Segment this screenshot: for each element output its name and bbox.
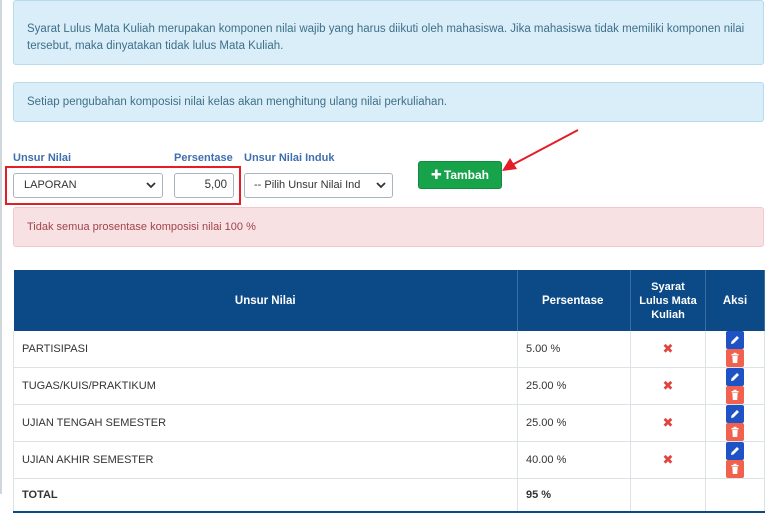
table-row: UJIAN TENGAH SEMESTER 25.00 % ✖ — [13, 404, 765, 442]
header-syarat-line3: Kuliah — [651, 308, 685, 321]
edit-button[interactable] — [726, 405, 744, 423]
warning-alert-text: Tidak semua prosentase komposisi nilai 1… — [27, 221, 256, 233]
edit-button[interactable] — [726, 442, 744, 460]
chevron-down-icon — [376, 182, 386, 189]
info-alert-recalc: Setiap pengubahan komposisi nilai kelas … — [13, 82, 764, 122]
trash-icon — [731, 389, 739, 400]
tambah-button-label: Tambah — [443, 168, 490, 182]
trash-icon — [731, 352, 739, 363]
aksi-cell — [705, 441, 765, 479]
pencil-icon — [731, 410, 739, 418]
x-mark-icon: ✖ — [662, 452, 674, 467]
header-syarat-lulus: Syarat Lulus Mata Kuliah — [630, 270, 706, 331]
delete-button[interactable] — [726, 349, 744, 367]
total-aksi-cell — [705, 478, 765, 513]
header-syarat-line2: Lulus Mata — [639, 294, 697, 307]
header-aksi: Aksi — [705, 270, 765, 331]
info-alert-text: Setiap pengubahan komposisi nilai kelas … — [27, 96, 448, 108]
delete-button[interactable] — [726, 423, 744, 441]
komposisi-nilai-table: Unsur Nilai Persentase Syarat Lulus Mata… — [13, 270, 765, 513]
table-row: UJIAN AKHIR SEMESTER 40.00 % ✖ — [13, 441, 765, 479]
red-arrow-annotation-icon — [502, 129, 579, 171]
persentase-cell: 40.00 % — [517, 441, 631, 479]
info-alert-syarat-lulus: Syarat Lulus Mata Kuliah merupakan kompo… — [13, 0, 764, 65]
unsur-cell: UJIAN TENGAH SEMESTER — [13, 404, 518, 442]
page-left-border — [0, 0, 2, 494]
trash-icon — [731, 463, 739, 474]
x-mark-icon: ✖ — [662, 415, 674, 430]
syarat-cell: ✖ — [630, 441, 706, 479]
x-mark-icon: ✖ — [662, 378, 674, 393]
persentase-input[interactable]: 5,00 — [174, 173, 234, 198]
unsur-nilai-induk-select[interactable]: -- Pilih Unsur Nilai Ind — [244, 173, 393, 198]
delete-button[interactable] — [726, 460, 744, 478]
header-persentase: Persentase — [517, 270, 631, 331]
trash-icon — [731, 426, 739, 437]
unsur-nilai-induk-label: Unsur Nilai Induk — [244, 152, 335, 164]
edit-button[interactable] — [726, 331, 744, 349]
syarat-cell: ✖ — [630, 404, 706, 442]
table-row: TUGAS/KUIS/PRAKTIKUM 25.00 % ✖ — [13, 367, 765, 405]
total-label: TOTAL — [13, 478, 518, 513]
aksi-cell — [705, 367, 765, 405]
table-total-row: TOTAL 95 % — [13, 478, 765, 513]
delete-button[interactable] — [726, 386, 744, 404]
unsur-nilai-select[interactable]: LAPORAN — [13, 173, 163, 198]
total-value: 95 % — [517, 478, 631, 513]
plus-icon: ✚ — [430, 167, 442, 182]
unsur-cell: PARTISIPASI — [13, 331, 518, 368]
pencil-icon — [731, 373, 739, 381]
unsur-nilai-label: Unsur Nilai — [13, 152, 72, 164]
unsur-nilai-induk-selected: -- Pilih Unsur Nilai Ind — [254, 179, 361, 191]
edit-button[interactable] — [726, 368, 744, 386]
total-syarat-cell — [630, 478, 706, 513]
chevron-down-icon — [146, 182, 156, 189]
persentase-label: Persentase — [174, 152, 233, 164]
info-alert-text: Syarat Lulus Mata Kuliah merupakan kompo… — [27, 23, 745, 52]
x-mark-icon: ✖ — [662, 341, 674, 356]
unsur-cell: UJIAN AKHIR SEMESTER — [13, 441, 518, 479]
persentase-value: 5,00 — [204, 179, 227, 191]
header-syarat-line1: Syarat — [651, 280, 685, 293]
persentase-cell: 25.00 % — [517, 367, 631, 405]
unsur-cell: TUGAS/KUIS/PRAKTIKUM — [13, 367, 518, 405]
pencil-icon — [731, 447, 739, 455]
aksi-cell — [705, 331, 765, 368]
table-header-row: Unsur Nilai Persentase Syarat Lulus Mata… — [13, 270, 765, 331]
pencil-icon — [731, 336, 739, 344]
unsur-nilai-selected: LAPORAN — [24, 179, 77, 191]
table-row: PARTISIPASI 5.00 % ✖ — [13, 331, 765, 368]
aksi-cell — [705, 404, 765, 442]
syarat-cell: ✖ — [630, 367, 706, 405]
warning-alert: Tidak semua prosentase komposisi nilai 1… — [13, 207, 764, 247]
tambah-button[interactable]: ✚ Tambah — [418, 161, 502, 189]
persentase-cell: 25.00 % — [517, 404, 631, 442]
syarat-cell: ✖ — [630, 331, 706, 368]
header-unsur-nilai: Unsur Nilai — [13, 270, 518, 331]
persentase-cell: 5.00 % — [517, 331, 631, 368]
